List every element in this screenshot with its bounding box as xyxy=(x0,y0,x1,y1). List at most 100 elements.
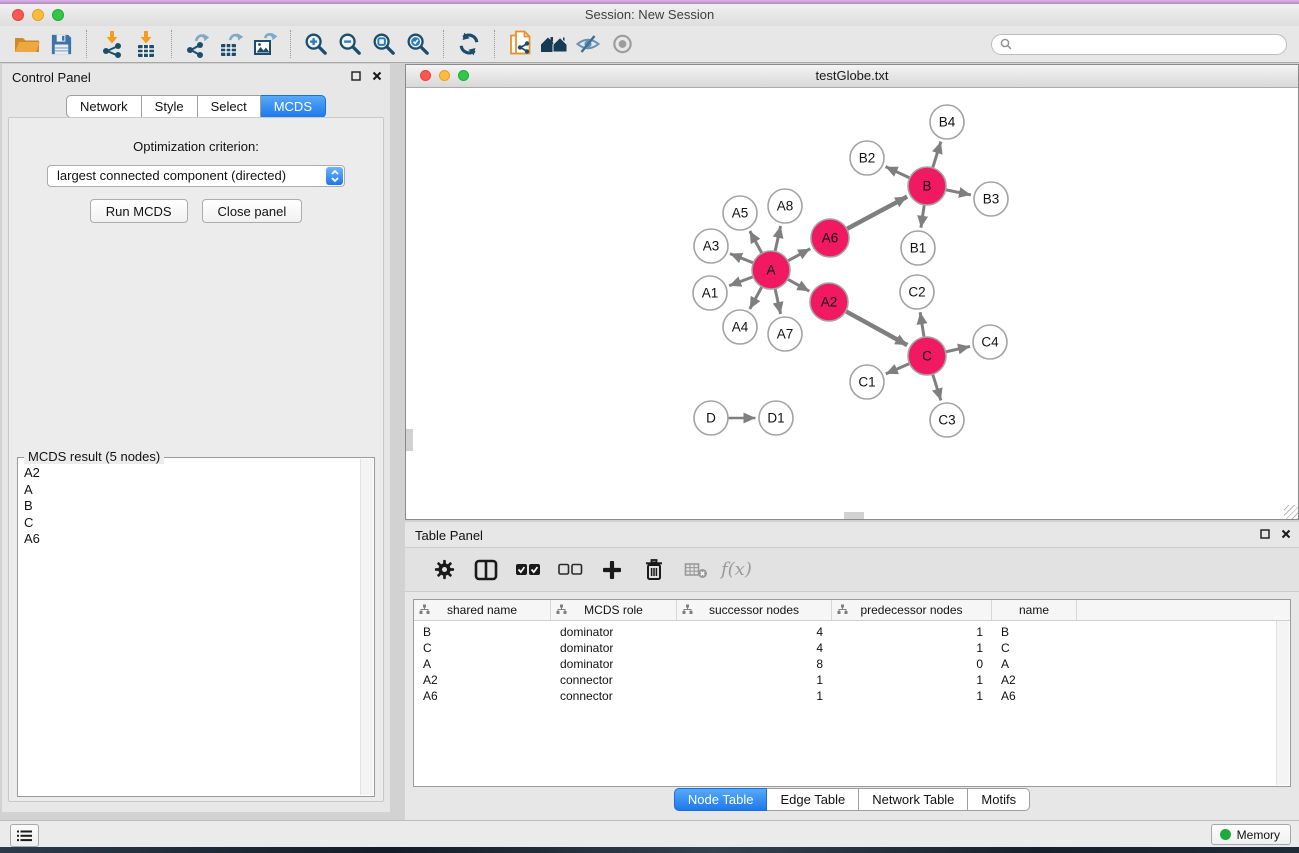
mcds-result-scrollbar[interactable] xyxy=(360,459,373,795)
mcds-result-item[interactable]: A2 xyxy=(24,465,360,482)
clone-network-icon[interactable] xyxy=(503,28,537,60)
import-network-icon[interactable] xyxy=(95,28,129,60)
graph-edge-B-B1[interactable] xyxy=(921,205,924,227)
export-table-icon[interactable] xyxy=(214,28,248,60)
graph-node-D1[interactable]: D1 xyxy=(759,401,793,435)
memory-button[interactable]: Memory xyxy=(1211,824,1291,845)
network-horizontal-scrollbar[interactable] xyxy=(844,512,864,519)
graph-node-D[interactable]: D xyxy=(694,401,728,435)
select-all-columns-icon[interactable] xyxy=(507,552,549,588)
column-header-successor-nodes[interactable]: successor nodes xyxy=(677,600,832,620)
graph-node-B1[interactable]: B1 xyxy=(901,231,935,265)
search-box[interactable] xyxy=(991,34,1287,55)
graph-node-A5[interactable]: A5 xyxy=(723,196,757,230)
graph-edge-B-B2[interactable] xyxy=(886,167,910,178)
graph-edge-A-A6[interactable] xyxy=(788,249,810,261)
column-header-name[interactable]: name xyxy=(992,600,1077,620)
graph-node-A8[interactable]: A8 xyxy=(768,189,802,223)
graph-node-A1[interactable]: A1 xyxy=(693,276,727,310)
search-input[interactable] xyxy=(1017,36,1286,52)
graph-edge-A-A2[interactable] xyxy=(788,279,809,291)
show-column-selector-icon[interactable] xyxy=(465,552,507,588)
delete-columns-trash-icon[interactable] xyxy=(633,552,675,588)
zoom-selected-icon[interactable] xyxy=(401,28,435,60)
tab-select[interactable]: Select xyxy=(198,95,261,118)
table-row[interactable]: Cdominator41C xyxy=(414,640,1290,656)
column-settings-gear-icon[interactable] xyxy=(423,552,465,588)
mcds-result-item[interactable]: C xyxy=(24,515,360,532)
float-table-panel-icon[interactable] xyxy=(1260,529,1270,539)
graph-edge-A2-C[interactable] xyxy=(846,311,907,345)
window-resize-grip[interactable] xyxy=(1284,505,1298,519)
graph-node-B4[interactable]: B4 xyxy=(930,105,964,139)
show-graphics-eye-icon[interactable] xyxy=(605,28,639,60)
table-tab-edge-table[interactable]: Edge Table xyxy=(767,788,859,811)
node-table-scrollbar[interactable] xyxy=(1276,621,1289,785)
function-builder-fx-icon[interactable]: f(x) xyxy=(721,559,752,580)
run-mcds-button[interactable]: Run MCDS xyxy=(90,199,188,223)
unselect-all-columns-icon[interactable] xyxy=(549,552,591,588)
graph-node-B[interactable]: B xyxy=(908,167,946,205)
graph-node-A[interactable]: A xyxy=(752,251,790,289)
graph-edge-A-A3[interactable] xyxy=(730,254,753,263)
home-layout-icon[interactable] xyxy=(537,28,571,60)
graph-edge-B-B3[interactable] xyxy=(946,190,971,195)
zoom-out-icon[interactable] xyxy=(333,28,367,60)
graph-edge-A6-B[interactable] xyxy=(847,197,907,229)
column-header-mcds-role[interactable]: MCDS role xyxy=(551,600,677,620)
graph-node-A3[interactable]: A3 xyxy=(694,229,728,263)
graph-node-B2[interactable]: B2 xyxy=(850,141,884,175)
table-row[interactable]: A6connector11A6 xyxy=(414,688,1290,704)
close-panel-icon[interactable] xyxy=(372,71,382,81)
graph-node-C[interactable]: C xyxy=(908,337,946,375)
column-header-predecessor-nodes[interactable]: predecessor nodes xyxy=(832,600,992,620)
graph-node-A4[interactable]: A4 xyxy=(723,310,757,344)
import-table-icon[interactable] xyxy=(129,28,163,60)
tab-style[interactable]: Style xyxy=(142,95,198,118)
refresh-icon[interactable] xyxy=(452,28,486,60)
zoom-fit-icon[interactable] xyxy=(367,28,401,60)
add-column-plus-icon[interactable] xyxy=(591,552,633,588)
mcds-result-item[interactable]: A6 xyxy=(24,531,360,548)
table-tab-network-table[interactable]: Network Table xyxy=(859,788,968,811)
save-session-icon[interactable] xyxy=(44,28,78,60)
export-network-icon[interactable] xyxy=(180,28,214,60)
table-row[interactable]: Adominator80A xyxy=(414,656,1290,672)
graph-edge-C-C2[interactable] xyxy=(920,312,924,336)
graph-node-C2[interactable]: C2 xyxy=(900,275,934,309)
table-row[interactable]: A2connector11A2 xyxy=(414,672,1290,688)
graph-edge-A-A4[interactable] xyxy=(750,287,762,309)
task-history-button[interactable] xyxy=(10,824,39,847)
graph-node-A2[interactable]: A2 xyxy=(810,283,848,321)
hide-graphics-eye-slash-icon[interactable] xyxy=(571,28,605,60)
close-table-panel-icon[interactable] xyxy=(1281,529,1291,539)
tab-network[interactable]: Network xyxy=(66,95,142,118)
graph-node-A6[interactable]: A6 xyxy=(811,219,849,257)
graph-node-B3[interactable]: B3 xyxy=(974,182,1008,216)
mcds-result-item[interactable]: A xyxy=(24,482,360,499)
mcds-result-item[interactable]: B xyxy=(24,498,360,515)
graph-node-C3[interactable]: C3 xyxy=(930,403,964,437)
zoom-in-icon[interactable] xyxy=(299,28,333,60)
optimization-criterion-select[interactable]: largest connected component (directed) xyxy=(47,165,345,187)
table-tab-node-table[interactable]: Node Table xyxy=(674,788,768,811)
table-row[interactable]: Bdominator41B xyxy=(414,624,1290,640)
close-panel-button[interactable]: Close panel xyxy=(202,199,303,223)
network-vertical-scrollbar[interactable] xyxy=(406,429,413,451)
graph-edge-A-A7[interactable] xyxy=(775,289,780,314)
tab-mcds[interactable]: MCDS xyxy=(261,95,326,118)
network-canvas[interactable]: B4 B2 B B3 A8 A5 A6 A3 B1 A C2 A1 A2 A4 A7 C4 C C1 D D1 C3 xyxy=(407,88,1297,518)
graph-edge-A-A8[interactable] xyxy=(775,226,780,251)
graph-node-C4[interactable]: C4 xyxy=(973,325,1007,359)
graph-edge-C-C1[interactable] xyxy=(886,364,909,374)
network-window-titlebar[interactable]: testGlobe.txt xyxy=(406,65,1298,88)
graph-edge-A-A1[interactable] xyxy=(729,277,753,286)
graph-edge-A-A5[interactable] xyxy=(750,231,762,253)
graph-edge-C-C3[interactable] xyxy=(933,375,941,401)
graph-node-A7[interactable]: A7 xyxy=(768,317,802,351)
export-image-icon[interactable] xyxy=(248,28,282,60)
table-tab-motifs[interactable]: Motifs xyxy=(968,788,1030,811)
float-panel-icon[interactable] xyxy=(351,71,361,81)
delete-table-icon[interactable] xyxy=(675,552,717,588)
graph-node-C1[interactable]: C1 xyxy=(850,365,884,399)
